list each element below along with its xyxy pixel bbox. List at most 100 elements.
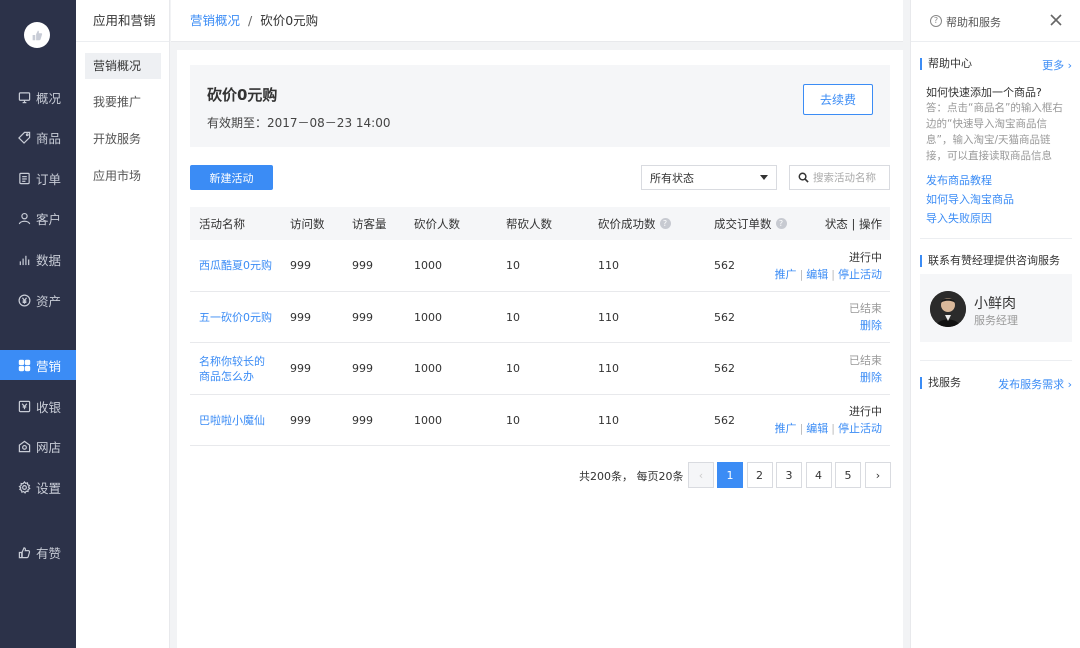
col-header-visitors: 访客量 [352, 216, 387, 231]
renew-button[interactable]: 去续费 [803, 84, 873, 115]
table-row: 巴啦啦小魔仙 999 999 1000 10 110 562 进行中 推广 | 编辑 | 停止活动 [190, 395, 890, 446]
cell-bargainers: 1000 [414, 413, 442, 427]
logo-icon[interactable] [24, 22, 50, 48]
nav-item-7[interactable]: 收银 [0, 391, 76, 421]
secondary-nav-item-1[interactable]: 我要推广 [85, 89, 161, 115]
page-title: 砍价0元购 [207, 86, 278, 104]
help-more-link[interactable]: 更多 › [1042, 57, 1072, 73]
find-service-title: 找服务 [920, 377, 961, 389]
cell-helpers: 10 [506, 362, 520, 375]
close-icon[interactable] [1048, 12, 1064, 28]
page-button[interactable]: 2 [746, 462, 773, 488]
action-separator: | [799, 267, 804, 281]
avatar [930, 291, 966, 327]
page-button[interactable]: 5 [835, 462, 861, 488]
secondary-nav-item-0[interactable]: 营销概况 [85, 53, 161, 79]
nav-item-2[interactable]: 订单 [0, 163, 76, 193]
gear-icon [17, 480, 31, 494]
thumb-icon [17, 545, 31, 559]
breadcrumb-current: 砍价0元购 [260, 13, 319, 28]
manager-card[interactable]: 小鲜肉 服务经理 [920, 274, 1072, 342]
cell-bargainers: 1000 [414, 259, 442, 272]
row-action-link[interactable]: 停止活动 [838, 268, 882, 281]
prev-page-button[interactable]: ‹ [688, 462, 714, 488]
help-link-import-taobao[interactable]: 如何导入淘宝商品 [926, 191, 1014, 207]
cashier-icon [17, 399, 31, 413]
row-action-link[interactable]: 推广 [775, 422, 797, 435]
activity-name-link[interactable]: 巴啦啦小魔仙 [199, 413, 265, 428]
row-action-link[interactable]: 编辑 [806, 422, 828, 435]
row-action-link[interactable]: 编辑 [806, 268, 828, 281]
col-header-bargainers: 砍价人数 [414, 216, 460, 231]
status-text: 已结束 [849, 353, 882, 367]
status-text: 已结束 [849, 302, 882, 315]
status-ops-cell: 进行中 推广 | 编辑 | 停止活动 [775, 395, 882, 446]
nav-item-label: 数据 [36, 252, 62, 268]
divider [920, 360, 1072, 361]
status-ops-cell: 已结束删除 [849, 343, 882, 394]
help-link-publish-tutorial[interactable]: 发布商品教程 [926, 172, 992, 188]
row-action-link[interactable]: 删除 [860, 319, 882, 332]
nav-item-6[interactable]: 营销 [0, 350, 76, 380]
manager-name: 小鲜肉 [974, 296, 1016, 312]
page-button[interactable]: 1 [717, 462, 743, 488]
cell-helpers: 10 [506, 310, 520, 324]
nav-item-label: 网店 [36, 439, 62, 455]
nav-item-5[interactable]: 资产 [0, 285, 76, 315]
help-icon[interactable]: ? [659, 218, 671, 229]
secondary-nav-item-3[interactable]: 应用市场 [85, 163, 161, 189]
row-action-link[interactable]: 停止活动 [838, 422, 882, 435]
activity-name-link[interactable]: 五一砍价0元购 [199, 310, 272, 325]
help-center-title: 帮助中心 [920, 58, 972, 70]
status-text: 进行中 [849, 405, 882, 418]
page-button[interactable]: 3 [776, 462, 802, 488]
new-activity-button[interactable]: 新建活动 [190, 165, 273, 190]
breadcrumb: 营销概况 / 砍价0元购 [171, 0, 903, 42]
nav-item-label: 营销 [36, 358, 62, 374]
nav-item-3[interactable]: 客户 [0, 203, 76, 233]
user-icon [17, 211, 31, 225]
activity-name-link[interactable]: 名称你较长的 商品怎么办 [199, 354, 265, 384]
breadcrumb-parent-link[interactable]: 营销概况 [190, 13, 240, 28]
row-actions: 删除 [860, 369, 882, 386]
validity-text: 有效期至：2017－08－23 14:00 [207, 116, 391, 130]
breadcrumb-separator: / [248, 13, 253, 28]
cell-visitors: 999 [352, 259, 373, 272]
help-icon[interactable]: ? [775, 218, 787, 229]
nav-item-1[interactable]: 商品 [0, 122, 76, 152]
table-row: 西瓜酷夏0元购 999 999 1000 10 110 562 进行中 推广 | 编辑 | 停止活动 [190, 240, 890, 292]
search-box [789, 165, 890, 190]
faq-question: 如何快速添加一个商品? [926, 86, 1042, 99]
cell-success: 110 [598, 259, 619, 272]
secondary-nav-title: 应用和营销 [76, 0, 169, 42]
help-panel: ? 帮助和服务 帮助中心 更多 › 如何快速添加一个商品? 答：点击“商品名”的… [910, 0, 1080, 648]
publish-service-link[interactable]: 发布服务需求 › [998, 376, 1072, 392]
table-row: 五一砍价0元购 999 999 1000 10 110 562 已结束 删除 [190, 292, 890, 343]
tag-icon [17, 130, 31, 144]
activity-name-link[interactable]: 西瓜酷夏0元购 [199, 258, 272, 273]
status-text: 进行中 [849, 250, 882, 264]
cell-helpers: 10 [506, 259, 520, 272]
action-separator: | [831, 422, 835, 435]
table-header: 活动名称 访问数 访客量 砍价人数 帮砍人数 砍价成功数? 成交订单数? 状态 … [190, 207, 890, 240]
search-input[interactable] [813, 171, 889, 184]
nav-item-4[interactable]: 数据 [0, 244, 76, 274]
nav-item-9[interactable]: 设置 [0, 472, 76, 502]
next-page-button[interactable]: › [865, 462, 891, 488]
page-button[interactable]: 4 [805, 462, 832, 488]
cell-bargainers: 1000 [414, 362, 442, 375]
faq-answer: 答：点击“商品名”的输入框右边的“快速导入淘宝商品信息”，输入淘宝/天猫商品链接… [926, 102, 1063, 162]
status-filter-select[interactable]: 所有状态 [641, 165, 777, 190]
secondary-nav-item-2[interactable]: 开放服务 [85, 126, 161, 152]
row-action-link[interactable]: 删除 [860, 371, 882, 384]
row-action-link[interactable]: 推广 [775, 268, 797, 281]
grid-icon [17, 358, 31, 372]
nav-item-0[interactable]: 概况 [0, 82, 76, 112]
cell-orders: 562 [714, 259, 735, 272]
cell-visitors: 999 [352, 362, 373, 375]
help-link-import-failure[interactable]: 导入失败原因 [926, 210, 992, 226]
col-header-name: 活动名称 [199, 216, 245, 231]
cell-visits: 999 [290, 413, 311, 427]
nav-item-10[interactable]: 有赞 [0, 537, 76, 567]
nav-item-8[interactable]: 网店 [0, 431, 76, 461]
